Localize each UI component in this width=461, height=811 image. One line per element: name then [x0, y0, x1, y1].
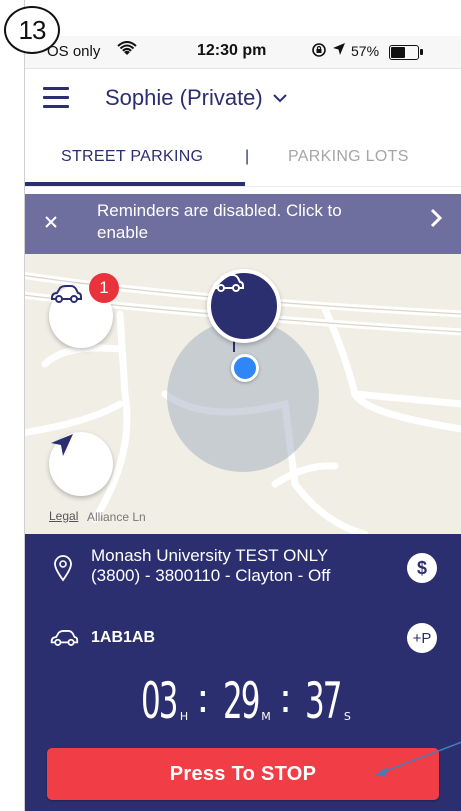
map-view[interactable]: 1 Legal Alliance Ln — [25, 254, 461, 534]
timer-separator: : — [278, 676, 293, 722]
battery-icon — [389, 45, 423, 60]
tab-street-parking[interactable]: STREET PARKING — [61, 148, 203, 166]
tab-parking-lots[interactable]: PARKING LOTS — [288, 148, 409, 166]
legal-link[interactable]: Legal — [49, 509, 78, 523]
timer-hours: 03 — [141, 672, 179, 730]
parking-session-panel: Monash University TEST ONLY (3800) - 380… — [25, 534, 461, 811]
vehicle-count-badge: 1 — [89, 273, 119, 303]
parking-tabs: STREET PARKING | PARKING LOTS — [25, 138, 461, 187]
hamburger-menu-icon[interactable] — [43, 87, 69, 109]
parking-zone-info: Monash University TEST ONLY (3800) - 380… — [91, 546, 391, 586]
reminder-banner-text: Reminders are disabled. Click to enable — [97, 201, 342, 242]
location-services-icon — [332, 42, 346, 59]
pricing-button[interactable]: $ — [407, 553, 437, 583]
tab-separator: | — [245, 148, 250, 165]
current-location-dot — [231, 354, 259, 382]
rotation-lock-icon — [311, 42, 327, 62]
phone-screen: OS only 12:30 pm 57% Sophie (Private) ST… — [24, 0, 461, 811]
timer-separator: : — [196, 676, 210, 722]
wifi-icon — [117, 41, 137, 62]
close-icon[interactable] — [45, 212, 57, 233]
locate-me-button[interactable] — [49, 432, 113, 496]
session-timer: 03 H:29 M:37 S — [25, 672, 461, 736]
status-bar: OS only 12:30 pm 57% — [25, 36, 461, 69]
step-number-badge: 13 — [4, 6, 60, 54]
stop-parking-button[interactable]: Press To STOP — [47, 748, 439, 800]
timer-hours-unit: H — [179, 710, 189, 723]
zone-details: (3800) - 3800110 - Clayton - Off — [91, 566, 331, 585]
active-tab-indicator — [25, 182, 245, 186]
account-selector[interactable]: Sophie (Private) — [105, 85, 287, 111]
license-plate: 1AB1AB — [91, 629, 156, 646]
timer-minutes-unit: M — [261, 710, 271, 723]
street-name-label: Alliance Ln — [87, 510, 146, 524]
account-name: Sophie (Private) — [105, 85, 263, 110]
chevron-right-icon[interactable] — [430, 208, 443, 234]
reminder-banner[interactable]: Reminders are disabled. Click to enable — [25, 194, 461, 254]
status-time: 12:30 pm — [197, 42, 267, 59]
carrier-label: OS only — [47, 43, 101, 60]
timer-seconds: 37 — [305, 672, 343, 730]
timer-seconds-unit: S — [343, 710, 351, 723]
chevron-down-icon — [269, 90, 287, 107]
battery-percent: 57% — [351, 43, 380, 59]
location-pin-icon — [53, 554, 73, 587]
parked-vehicle-pin[interactable] — [207, 269, 281, 343]
extend-parking-button[interactable]: +P — [407, 623, 437, 653]
car-icon — [49, 629, 79, 652]
app-header: Sophie (Private) — [25, 69, 461, 129]
zone-name: Monash University TEST ONLY — [91, 546, 329, 565]
timer-minutes: 29 — [222, 672, 261, 730]
